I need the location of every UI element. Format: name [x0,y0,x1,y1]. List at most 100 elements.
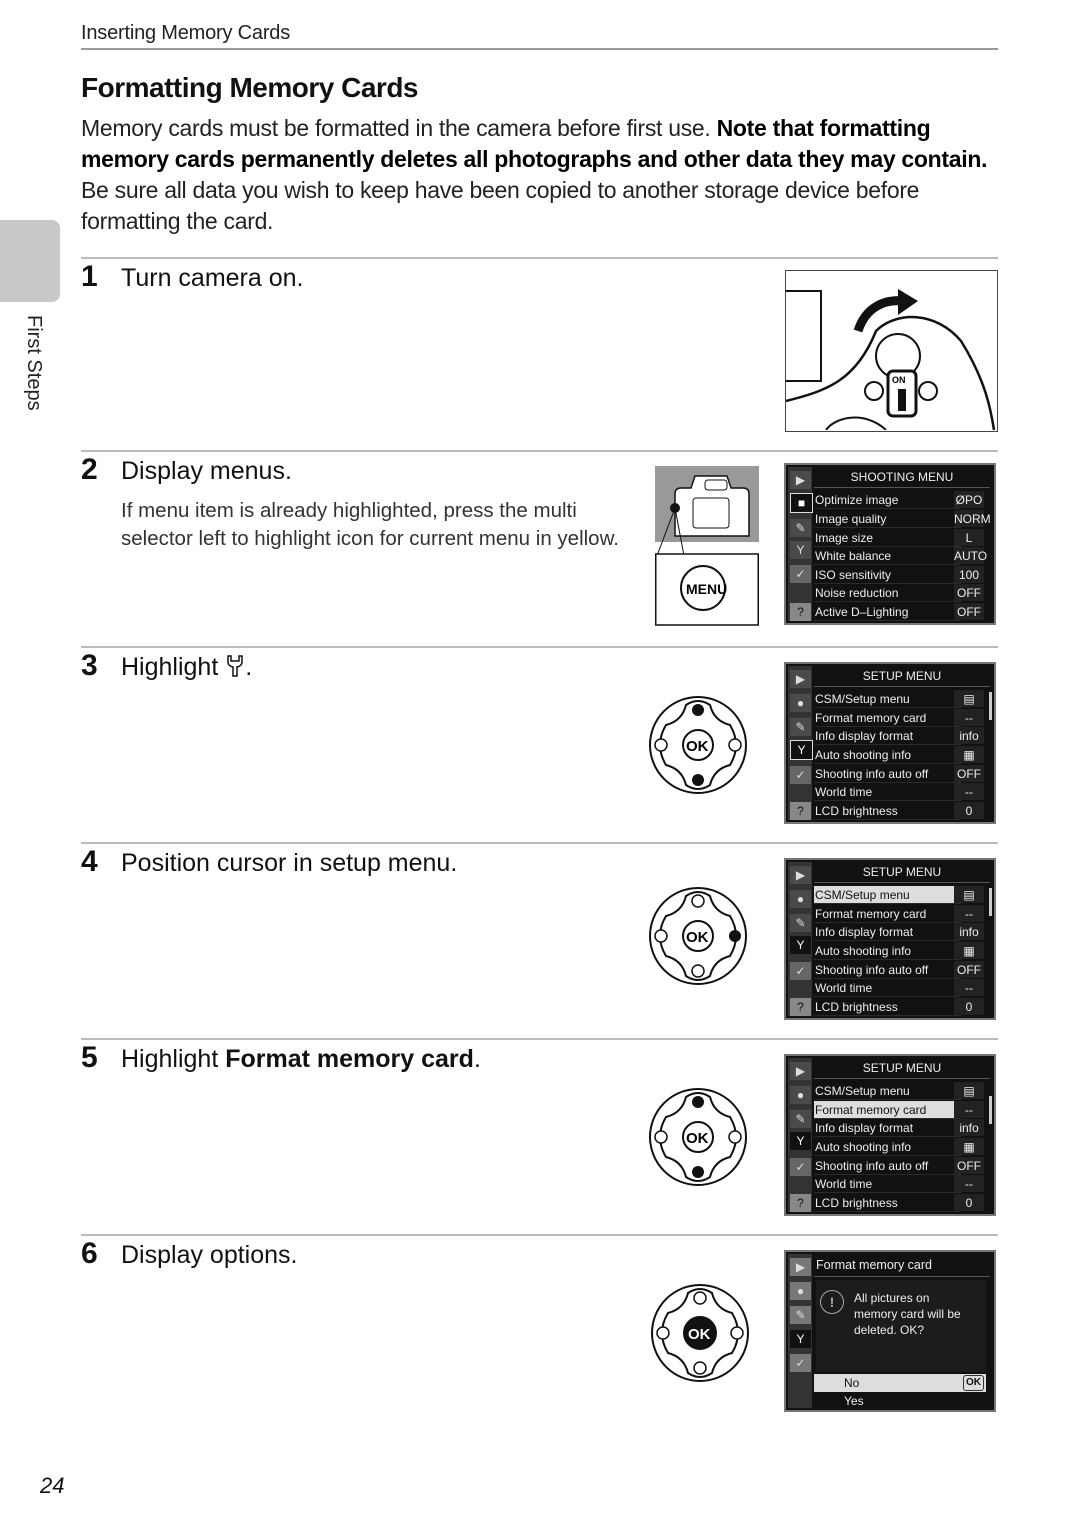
pencil-icon: ✎ [790,1110,811,1128]
pencil-icon: ✎ [790,718,811,736]
menu-title: SHOOTING MENU [814,467,990,488]
header-rule [81,48,998,50]
menu-item[interactable]: Shooting info auto off OFF [814,961,990,979]
step-number: 2 [81,453,98,486]
dialog-message: All pictures on memory card will be dele… [854,1291,961,1337]
help-icon: ? [790,603,811,621]
setup-menu-screen: ▶ ● ✎ Y ✓ ? SETUP MENU CSM/Setup menu ▤ F… [784,858,996,1020]
ok-label: OK [686,929,709,946]
camera-icon: ● [790,890,811,908]
menu-item[interactable]: Info display format info [814,923,990,941]
menu-item[interactable]: ISO sensitivity 100 [814,566,990,584]
help-icon: ? [790,998,811,1016]
menu-item[interactable]: LCD brightness 0 [814,1194,990,1212]
menu-item[interactable]: Shooting info auto off OFF [814,765,990,783]
menu-item[interactable]: LCD brightness 0 [814,998,990,1016]
format-dialog-screen: ▶ ● ✎ Y ✓ Format memory card ! All pictu… [784,1250,996,1412]
intro-text: Memory cards must be formatted in the ca… [81,115,717,141]
menu-item-selected[interactable]: Format memory card -- [814,1101,990,1119]
setup-menu-screen: ▶ ● ✎ Y ✓ ? SETUP MENU CSM/Setup menu ▤ F… [784,1054,996,1216]
multi-selector-right: OK [648,886,748,986]
page-number: 24 [40,1473,65,1498]
ok-label: OK [688,1326,711,1343]
multi-selector-up-down: OK [648,1087,748,1187]
ok-badge: OK [963,1375,984,1391]
ok-label: OK [686,738,709,755]
pencil-icon: ✎ [790,914,811,932]
menu-item[interactable]: CSM/Setup menu ▤ [814,1082,990,1100]
menu-item[interactable]: Format memory card -- [814,709,990,727]
wrench-icon: Y [790,740,813,760]
multi-selector-ok: OK [650,1283,750,1383]
menu-item[interactable]: Auto shooting info ▦ [814,1138,990,1156]
step-number: 5 [81,1041,98,1074]
menu-item[interactable]: Image quality NORM [814,510,991,528]
step-title: Highlight Format memory card. [121,1045,481,1073]
camera-icon: ● [790,1086,811,1104]
option-yes[interactable]: Yes [814,1392,986,1410]
menu-item[interactable]: Image size L [814,529,990,547]
menu-item[interactable]: World time -- [814,1175,990,1193]
power-switch-illustration: ON [785,270,998,432]
menu-title: SETUP MENU [814,862,990,883]
menu-button-label: MENU [686,581,727,597]
intro-text-2: Be sure all data you wish to keep have b… [81,177,920,234]
help-icon: ? [790,1194,811,1212]
retouch-icon: ✓ [790,1354,811,1372]
wrench-icon: Y [790,541,811,559]
step-divider [81,1038,998,1040]
menu-item[interactable]: Auto shooting info ▦ [814,942,990,960]
section-tab-label: First Steps [23,315,45,411]
on-label: ON [892,375,906,385]
menu-item[interactable]: Optimize image ØPO [814,491,990,509]
retouch-icon: ✓ [790,1158,811,1176]
menu-item[interactable]: LCD brightness 0 [814,802,990,820]
step-divider [81,257,998,259]
running-head: Inserting Memory Cards [81,22,290,44]
menu-item[interactable]: Auto shooting info ▦ [814,746,990,764]
menu-button-illustration: MENU [654,466,759,626]
option-no[interactable]: No OK [814,1374,986,1392]
camera-icon: ■ [790,493,813,513]
shooting-menu-screen: ▶ ■ ✎ Y ✓ ? SHOOTING MENU Optimize image… [784,463,996,625]
menu-item[interactable]: White balance AUTO [814,547,990,565]
menu-item[interactable]: CSM/Setup menu ▤ [814,690,990,708]
playback-icon: ▶ [790,471,811,489]
menu-item[interactable]: World time -- [814,783,990,801]
step-divider [81,842,998,844]
step-divider [81,450,998,452]
step-number: 3 [81,649,98,682]
menu-item[interactable]: Noise reduction OFF [814,584,990,602]
menu-item[interactable]: Info display format info [814,727,990,745]
pencil-icon: ✎ [790,1306,811,1324]
step-title: Highlight . [121,653,252,685]
intro-paragraph: Memory cards must be formatted in the ca… [81,113,1011,237]
menu-item-selected[interactable]: CSM/Setup menu ▤ [814,886,990,904]
retouch-icon: ✓ [790,766,811,784]
playback-icon: ▶ [790,670,811,688]
playback-icon: ▶ [790,1258,811,1276]
step-title: Display menus. [121,457,292,485]
step-title: Display options. [121,1241,298,1269]
step-number: 1 [81,260,98,293]
camera-icon: ● [790,694,811,712]
warning-icon: ! [820,1290,844,1314]
menu-item[interactable]: Format memory card -- [814,905,990,923]
menu-item[interactable]: Active D–Lighting OFF [814,603,990,621]
multi-selector-up-down: OK [648,695,748,795]
page-title: Formatting Memory Cards [81,72,419,103]
menu-item[interactable]: Shooting info auto off OFF [814,1157,990,1175]
setup-menu-screen: ▶ ● ✎ Y ✓ ? SETUP MENU CSM/Setup menu ▤ F… [784,662,996,824]
step-number: 6 [81,1237,98,1270]
wrench-icon: Y [790,1132,811,1150]
menu-item[interactable]: Info display format info [814,1119,990,1137]
menu-item[interactable]: World time -- [814,979,990,997]
retouch-icon: ✓ [790,565,811,583]
wrench-icon [225,654,245,685]
step-divider [81,1234,998,1236]
menu-tab-column: ▶ ■ ✎ Y ✓ ? [788,467,813,621]
playback-icon: ▶ [790,866,811,884]
help-icon: ? [790,802,811,820]
menu-title: SETUP MENU [814,666,990,687]
menu-title: SETUP MENU [814,1058,990,1079]
